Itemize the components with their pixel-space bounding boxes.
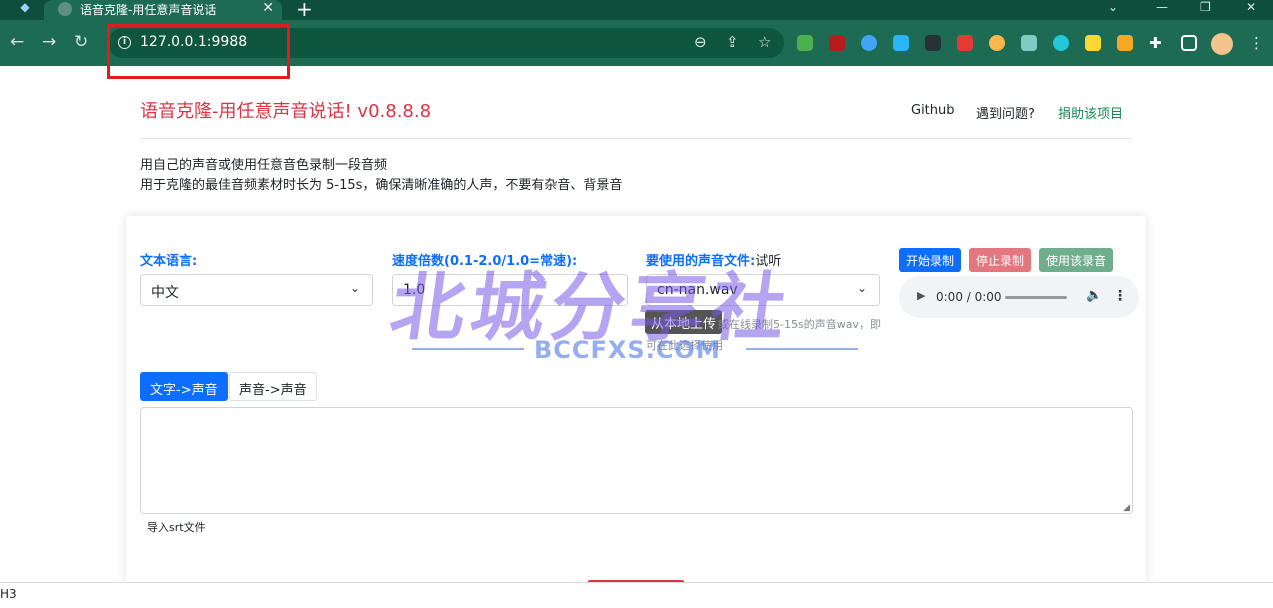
audio-progress-track[interactable] — [1005, 296, 1067, 299]
browser-tab-active[interactable]: 语音克隆-用任意声音说话 ✕ — [44, 0, 282, 20]
reload-icon[interactable]: ↻ — [74, 32, 88, 52]
extension-icon-11[interactable] — [1117, 35, 1133, 51]
tab-search-icon[interactable]: ⌄ — [1108, 0, 1118, 14]
side-panel-icon[interactable] — [1181, 35, 1197, 51]
watermark-line-left — [412, 348, 524, 350]
extension-icon-5[interactable] — [925, 35, 941, 51]
browser-tab-strip: ◆ 语音克隆-用任意声音说话 ✕ + ⌄ — ❐ ✕ — [0, 0, 1273, 21]
tab-favicon-icon — [58, 2, 72, 16]
watermark-domain: BCCFXS.COM — [534, 336, 721, 364]
new-tab-icon[interactable]: + — [296, 0, 313, 21]
github-link[interactable]: Github — [911, 103, 955, 118]
import-srt-link[interactable]: 导入srt文件 — [147, 519, 206, 535]
help-link[interactable]: 遇到问题? — [976, 103, 1035, 122]
use-recording-button[interactable]: 使用该录音 — [1039, 248, 1114, 272]
donate-link[interactable]: 捐助该项目 — [1058, 103, 1123, 122]
bookmark-star-icon[interactable]: ☆ — [758, 33, 771, 51]
status-text: H3 — [0, 587, 17, 601]
chevron-down-icon: ⌄ — [856, 281, 867, 295]
url-highlight-box — [107, 24, 290, 79]
play-icon[interactable]: ▶ — [917, 289, 925, 302]
chevron-down-icon: ⌄ — [349, 281, 360, 295]
back-icon[interactable]: ← — [10, 32, 24, 52]
zoom-icon[interactable]: ⊖ — [694, 33, 707, 51]
tab-title: 语音克隆-用任意声音说话 — [80, 3, 217, 17]
stop-record-button[interactable]: 停止录制 — [969, 248, 1032, 272]
tab-text-to-speech[interactable]: 文字->声音 — [140, 372, 228, 401]
watermark-line-right — [746, 348, 858, 350]
intro-line-1: 用自己的声音或使用任意音色录制一段音频 — [140, 158, 388, 173]
extension-icon-9[interactable] — [1053, 35, 1069, 51]
resize-grip-icon[interactable]: ◢ — [1123, 503, 1130, 513]
download-icon[interactable] — [1085, 35, 1101, 51]
window-close-icon[interactable]: ✕ — [1246, 0, 1256, 14]
extension-icon-1[interactable] — [797, 35, 813, 51]
avatar[interactable] — [1211, 33, 1233, 55]
minimize-icon[interactable]: — — [1156, 0, 1168, 14]
page-title: 语音克隆-用任意声音说话! v0.8.8.8 — [140, 101, 432, 122]
start-record-button[interactable]: 开始录制 — [899, 248, 962, 272]
puzzle-icon[interactable]: ✚ — [1149, 35, 1165, 51]
audio-time: 0:00 / 0:00 — [936, 290, 1002, 304]
tab-speech-to-speech[interactable]: 声音->声音 — [229, 372, 317, 401]
volume-icon[interactable]: 🔈 — [1086, 288, 1102, 303]
more-options-icon[interactable]: ⋮ — [1113, 288, 1127, 304]
forward-icon[interactable]: → — [42, 32, 56, 52]
language-label: 文本语言: — [140, 254, 198, 269]
header-divider — [140, 138, 1132, 139]
language-select-value: 中文 — [151, 285, 179, 301]
intro-line-2: 用于克隆的最佳音频素材时长为 5-15s，确保清晰准确的人声，不要有杂音、背景音 — [140, 178, 623, 193]
share-icon[interactable]: ⇪ — [726, 33, 739, 51]
tab-close-icon[interactable]: ✕ — [262, 0, 274, 16]
audio-player[interactable]: ▶ 0:00 / 0:00 🔈 ⋮ — [899, 276, 1139, 318]
restore-icon[interactable]: ❐ — [1200, 0, 1211, 14]
extension-icon-4[interactable] — [893, 35, 909, 51]
cat-icon[interactable] — [1021, 35, 1037, 51]
browser-app-icon[interactable]: ◆ — [16, 0, 34, 16]
ublock-icon[interactable] — [829, 35, 845, 51]
extension-icon-6[interactable] — [957, 35, 973, 51]
status-bar: H3 — [0, 582, 1273, 606]
language-select[interactable]: 中文 ⌄ — [140, 274, 373, 306]
extension-icon-3[interactable] — [861, 35, 877, 51]
cookie-icon[interactable] — [989, 35, 1005, 51]
menu-icon[interactable]: ⋮ — [1249, 35, 1265, 51]
text-input[interactable]: ◢ — [140, 407, 1133, 514]
